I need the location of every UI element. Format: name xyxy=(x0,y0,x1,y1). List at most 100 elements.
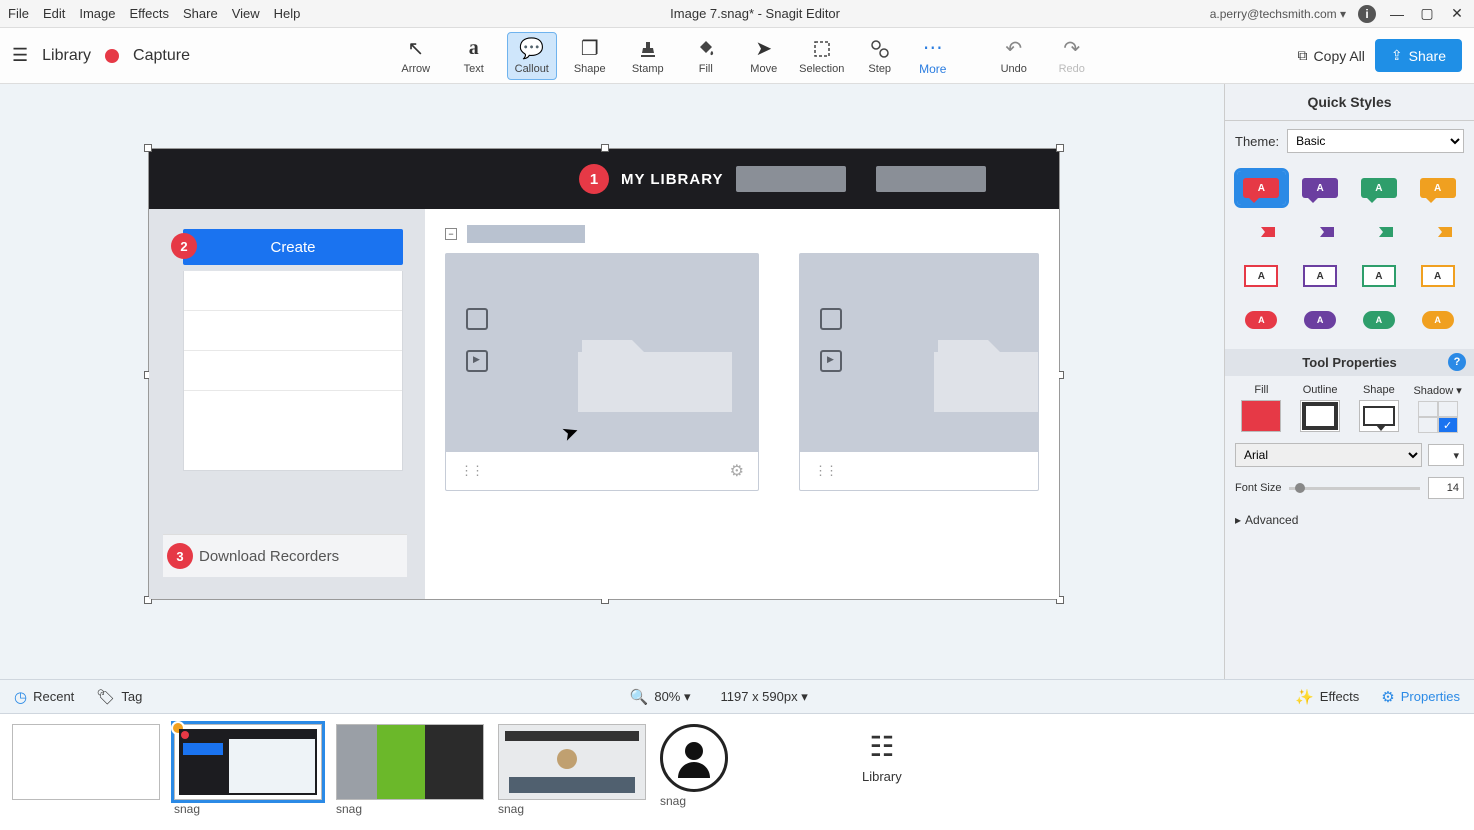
avatar-thumbnail[interactable] xyxy=(660,724,728,792)
close-button[interactable]: ✕ xyxy=(1448,5,1466,23)
minimize-button[interactable]: — xyxy=(1388,5,1406,23)
tool-fill[interactable]: Fill xyxy=(681,32,731,80)
style-arrow-purple[interactable] xyxy=(1296,215,1345,249)
tool-shape[interactable]: ❐Shape xyxy=(565,32,615,80)
style-box-red[interactable]: A xyxy=(1237,259,1286,293)
style-arrow-green[interactable] xyxy=(1355,215,1404,249)
shape-tool-icon: ❐ xyxy=(581,37,599,61)
style-box-orange[interactable]: A xyxy=(1413,259,1462,293)
tool-selection[interactable]: Selection xyxy=(797,32,847,80)
thumbnail[interactable] xyxy=(336,724,484,800)
help-icon[interactable]: ? xyxy=(1448,353,1466,371)
style-pill-purple[interactable]: A xyxy=(1296,303,1345,337)
selection-tool-icon xyxy=(812,37,832,61)
theme-select[interactable]: Basic xyxy=(1287,129,1464,153)
advanced-toggle[interactable]: ▸Advanced xyxy=(1225,507,1474,533)
style-box-green[interactable]: A xyxy=(1355,259,1404,293)
tool-step[interactable]: Step xyxy=(855,32,905,80)
tag-button[interactable]: 🏷Tag xyxy=(96,688,142,706)
capture-tray: snag snag snag snag ☷ Library xyxy=(0,713,1474,830)
style-pill-orange[interactable]: A xyxy=(1413,303,1462,337)
style-callout-purple[interactable]: A xyxy=(1296,171,1345,205)
hamburger-icon[interactable]: ☰ xyxy=(12,45,28,66)
thumb-item[interactable]: snag xyxy=(498,724,646,816)
folder-mini-icon xyxy=(820,308,842,330)
menu-view[interactable]: View xyxy=(232,6,260,21)
menu-edit[interactable]: Edit xyxy=(43,6,65,21)
thumb-item[interactable]: snag xyxy=(336,724,484,816)
thumbnail[interactable] xyxy=(12,724,160,800)
style-callout-orange[interactable]: A xyxy=(1413,171,1462,205)
menu-help[interactable]: Help xyxy=(274,6,301,21)
tool-arrow[interactable]: ↖Arrow xyxy=(391,32,441,80)
tool-more[interactable]: ⋯More xyxy=(913,32,953,80)
info-icon[interactable]: i xyxy=(1358,5,1376,23)
maximize-button[interactable]: ▢ xyxy=(1418,5,1436,23)
font-size-slider[interactable] xyxy=(1289,487,1420,490)
resize-handle[interactable] xyxy=(601,144,609,152)
style-box-purple[interactable]: A xyxy=(1296,259,1345,293)
step-badge-3[interactable]: 3 xyxy=(167,543,193,569)
recent-button[interactable]: ◷Recent xyxy=(14,688,74,706)
captured-list xyxy=(183,271,403,471)
style-pill-green[interactable]: A xyxy=(1355,303,1404,337)
outline-swatch[interactable] xyxy=(1300,400,1340,432)
tool-text[interactable]: aText xyxy=(449,32,499,80)
undo-button[interactable]: ↶Undo xyxy=(989,32,1039,80)
share-button[interactable]: ⇪Share xyxy=(1375,39,1462,72)
zoom-control[interactable]: 🔍80% ▾ xyxy=(630,688,691,706)
step-badge-1[interactable]: 1 xyxy=(579,164,609,194)
shape-label: Shape xyxy=(1363,384,1395,396)
font-color-box[interactable]: ▾ xyxy=(1428,444,1464,466)
clock-icon: ◷ xyxy=(14,688,27,706)
shape-swatch[interactable] xyxy=(1359,400,1399,432)
tray-library-button[interactable]: ☷ Library xyxy=(862,724,902,784)
style-arrow-orange[interactable] xyxy=(1413,215,1462,249)
copy-all-button[interactable]: ⧉Copy All xyxy=(1298,47,1365,64)
menu-effects[interactable]: Effects xyxy=(130,6,170,21)
stamp-tool-icon xyxy=(638,37,658,61)
tool-move[interactable]: ➤Move xyxy=(739,32,789,80)
folder-mini-icon xyxy=(466,308,488,330)
fill-swatch[interactable] xyxy=(1241,400,1281,432)
tool-callout[interactable]: 💬Callout xyxy=(507,32,557,80)
properties-button[interactable]: ⚙Properties xyxy=(1381,688,1460,706)
menu-share[interactable]: Share xyxy=(183,6,218,21)
dimensions-readout[interactable]: 1197 x 590px ▾ xyxy=(721,689,808,705)
drag-grip-icon: ⋮⋮ xyxy=(814,463,836,479)
side-panel: Quick Styles Theme: Basic A.qs-item.sel … xyxy=(1224,84,1474,679)
menu-file[interactable]: File xyxy=(8,6,29,21)
thumb-item[interactable]: snag xyxy=(174,724,322,816)
canvas-image[interactable]: 1 MY LIBRARY 2 Create 3 Download Re xyxy=(148,148,1060,600)
font-select[interactable]: Arial xyxy=(1235,443,1422,467)
fill-tool-icon xyxy=(696,37,716,61)
resize-handle[interactable] xyxy=(1056,144,1064,152)
step-badge-2[interactable]: 2 xyxy=(171,233,197,259)
thumbnail[interactable] xyxy=(498,724,646,800)
drag-grip-icon: ⋮⋮ xyxy=(460,463,482,479)
thumb-item[interactable] xyxy=(12,724,160,802)
window-title: Image 7.snag* - Snagit Editor xyxy=(300,6,1209,21)
tool-stamp[interactable]: Stamp xyxy=(623,32,673,80)
outline-label: Outline xyxy=(1303,384,1338,396)
font-size-value[interactable]: 14 xyxy=(1428,477,1464,499)
thumb-item[interactable]: snag xyxy=(660,724,728,808)
menu-items: File Edit Image Effects Share View Help xyxy=(8,6,300,21)
style-callout-green[interactable]: A xyxy=(1355,171,1404,205)
captured-content: − ⋮⋮⚙ ⋮⋮ xyxy=(425,209,1059,599)
redo-button[interactable]: ↷Redo xyxy=(1047,32,1097,80)
shadow-grid[interactable]: ✓ xyxy=(1418,401,1458,433)
captured-title: MY LIBRARY xyxy=(621,171,724,188)
style-pill-red[interactable]: A xyxy=(1237,303,1286,337)
thumbnail[interactable] xyxy=(174,724,322,800)
menu-image[interactable]: Image xyxy=(79,6,115,21)
canvas-panel[interactable]: 1 MY LIBRARY 2 Create 3 Download Re xyxy=(0,84,1224,679)
style-arrow-red[interactable] xyxy=(1237,215,1286,249)
effects-button[interactable]: ✨Effects xyxy=(1295,688,1359,706)
user-menu[interactable]: a.perry@techsmith.com ▾ xyxy=(1210,7,1346,21)
style-callout-red[interactable]: A.qs-item.sel .callout-shape::after{bord… xyxy=(1237,171,1286,205)
resize-handle[interactable] xyxy=(144,144,152,152)
capture-button[interactable]: Capture xyxy=(133,47,190,65)
library-button[interactable]: Library xyxy=(42,47,91,65)
play-mini-icon xyxy=(820,350,842,372)
